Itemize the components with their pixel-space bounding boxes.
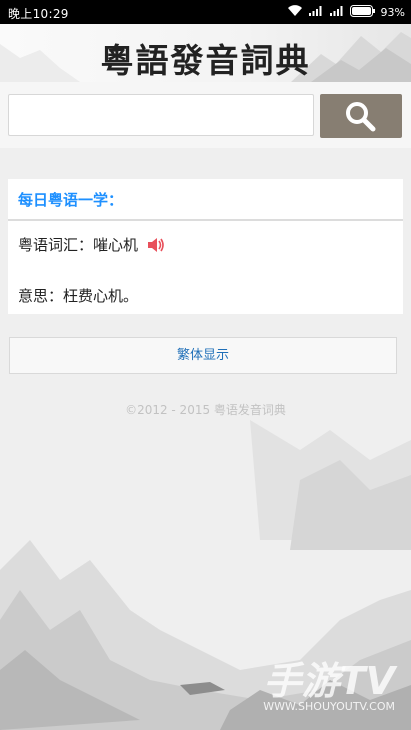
search-bar [0,82,411,148]
status-icons: 93% [287,4,405,20]
daily-cantonese-card: 每日粤语一学： 粤语词汇：嗺心机 意思：枉费心机。 [8,179,403,314]
search-button[interactable] [320,94,402,138]
app-title: 粵語發音詞典 [100,41,311,80]
vocabulary-label: 粤语词汇： [18,236,94,254]
signal-icon [329,4,345,20]
meaning-label: 意思： [18,287,64,305]
divider [8,219,403,221]
watermark-url: WWW.SHOUYOUTV.COM [263,700,395,713]
status-time: 晚上10:29 [8,7,69,21]
wifi-icon [287,4,303,20]
meaning-text: 枉费心机。 [63,287,139,305]
battery-icon [349,4,376,20]
search-input[interactable] [8,94,314,136]
battery-percent: 93% [380,5,405,19]
status-bar: 晚上10:29 93% [0,0,411,24]
signal-icon [308,4,324,20]
app-header: 粵語發音詞典 [0,24,411,82]
meaning-line: 意思：枉费心机。 [18,285,138,306]
speaker-icon[interactable] [147,237,165,257]
watermark: 手游TV WWW.SHOUYOUTV.COM [243,650,403,720]
card-title: 每日粤语一学： [18,191,124,209]
vocabulary-word: 嗺心机 [93,236,139,254]
vocabulary-line: 粤语词汇：嗺心机 [18,234,165,257]
traditional-display-button[interactable]: 繁体显示 [9,337,397,374]
search-icon [346,102,376,132]
copyright-text: ©2012 - 2015 粤语发音词典 [125,403,286,417]
watermark-brand: 手游TV [263,659,395,703]
